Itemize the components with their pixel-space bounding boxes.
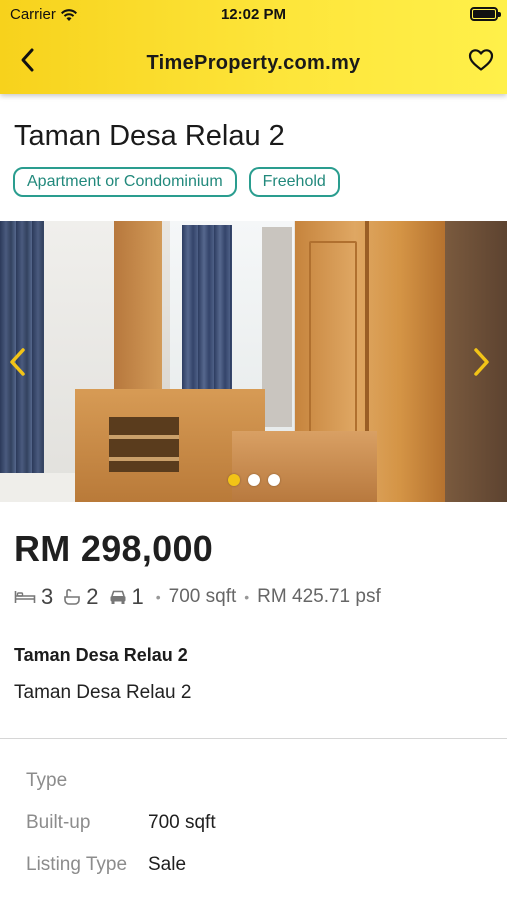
bathrooms-count: 2 bbox=[86, 584, 99, 609]
photo-window-frame bbox=[262, 227, 292, 427]
listing-title: Taman Desa Relau 2 bbox=[14, 120, 285, 152]
details-table: Type Built-up 700 sqft Listing Type Sale bbox=[26, 770, 216, 896]
size-spec: 700 sqft bbox=[168, 586, 237, 607]
nav-bar: TimeProperty.com.my bbox=[0, 30, 507, 94]
bedrooms-count: 3 bbox=[41, 584, 54, 609]
car-icon bbox=[110, 590, 125, 604]
tenure-tag: Freehold bbox=[248, 167, 340, 197]
parking-spec: 1 bbox=[109, 584, 144, 610]
chevron-right-icon bbox=[474, 348, 489, 376]
gallery-dot[interactable] bbox=[227, 474, 240, 486]
gallery-dot[interactable] bbox=[267, 474, 280, 486]
property-photo[interactable] bbox=[0, 221, 507, 502]
gallery-next-button[interactable] bbox=[467, 346, 495, 378]
tag-list: Apartment or Condominium Freehold bbox=[13, 167, 340, 197]
status-bar: Carrier 12:02 PM bbox=[0, 0, 507, 30]
bathtub-icon bbox=[64, 588, 81, 605]
bathrooms-spec: 2 bbox=[63, 584, 99, 610]
bed-icon bbox=[14, 591, 36, 603]
detail-row-built-up: Built-up 700 sqft bbox=[26, 812, 216, 854]
detail-row-type: Type bbox=[26, 770, 216, 812]
spec-separator-dot: • bbox=[244, 589, 250, 605]
property-type-tag: Apartment or Condominium bbox=[13, 167, 237, 197]
property-address: Taman Desa Relau 2 bbox=[14, 682, 192, 703]
battery-icon bbox=[470, 7, 501, 21]
app-header: Carrier 12:02 PM TimeProperty.com.my bbox=[0, 0, 507, 94]
gallery-dot[interactable] bbox=[247, 474, 260, 486]
detail-label: Listing Type bbox=[26, 854, 128, 875]
favorite-button[interactable] bbox=[463, 42, 499, 78]
photo-cabinet bbox=[232, 431, 377, 502]
spec-row: 3 2 1 • 700 sqft • RM 425.71 psf bbox=[14, 584, 387, 610]
bedrooms-spec: 3 bbox=[14, 584, 53, 610]
detail-label: Type bbox=[26, 770, 68, 791]
chevron-left-icon bbox=[10, 348, 25, 376]
property-name: Taman Desa Relau 2 bbox=[14, 645, 188, 665]
gallery-prev-button[interactable] bbox=[4, 346, 32, 378]
spec-separator-dot: • bbox=[155, 589, 161, 605]
nav-title: TimeProperty.com.my bbox=[146, 52, 361, 74]
gallery-page-indicator bbox=[0, 474, 507, 486]
listing-price: RM 298,000 bbox=[14, 528, 214, 569]
photo-wardrobe-left bbox=[114, 221, 162, 401]
heart-outline-icon bbox=[468, 49, 494, 71]
detail-row-listing-type: Listing Type Sale bbox=[26, 854, 216, 896]
detail-label: Built-up bbox=[26, 812, 91, 833]
parking-count: 1 bbox=[131, 584, 144, 609]
price-psf-spec: RM 425.71 psf bbox=[257, 586, 381, 607]
status-time: 12:02 PM bbox=[220, 6, 287, 23]
section-divider bbox=[0, 738, 507, 739]
detail-value: Sale bbox=[148, 854, 187, 875]
detail-value: 700 sqft bbox=[148, 812, 216, 833]
